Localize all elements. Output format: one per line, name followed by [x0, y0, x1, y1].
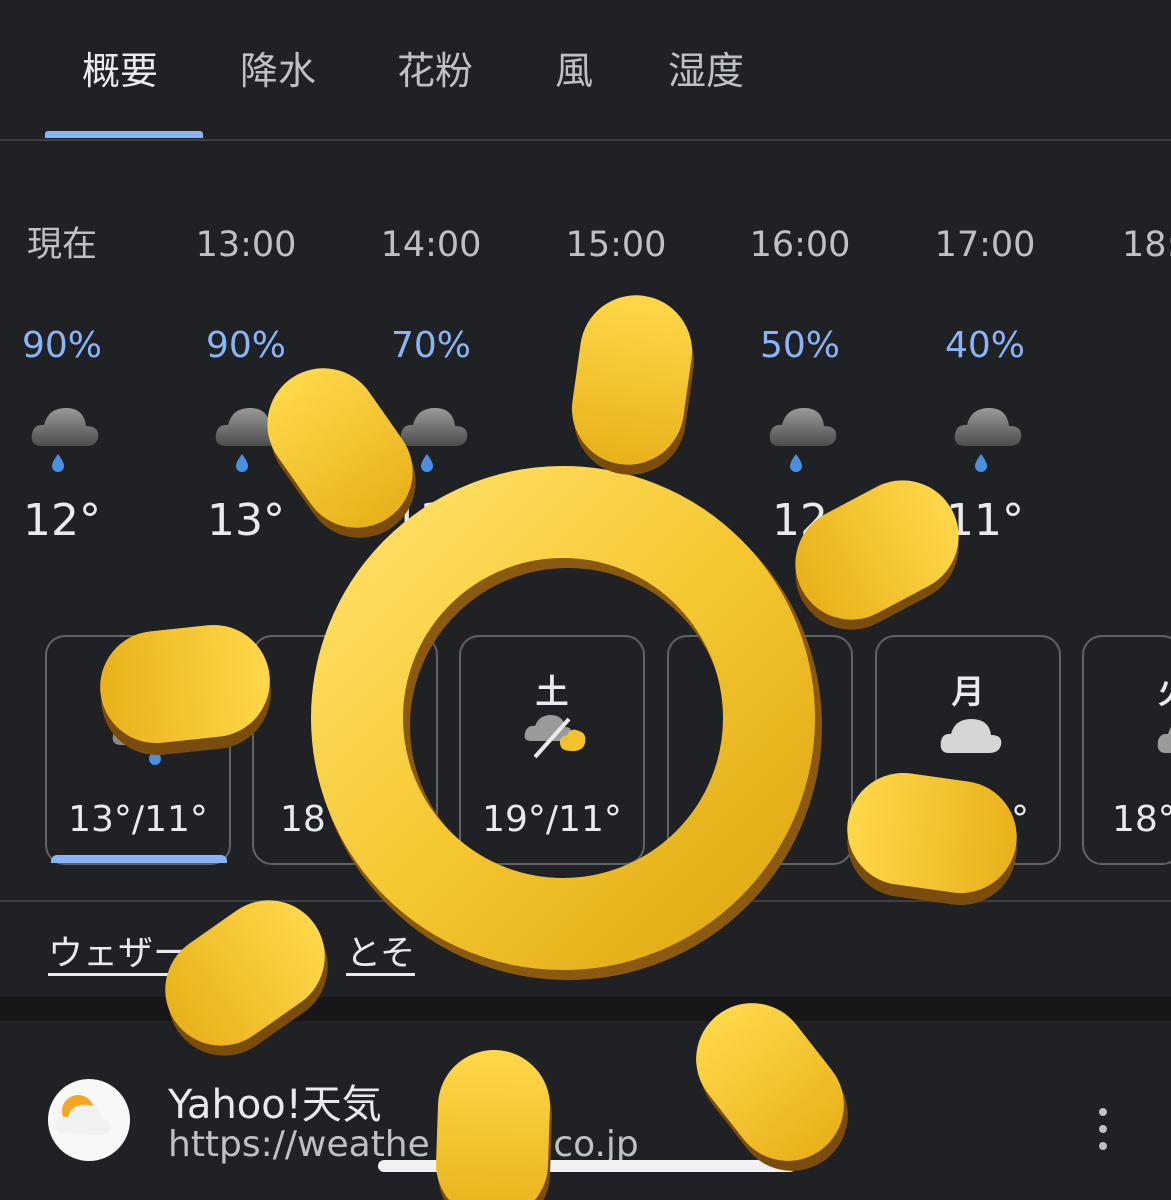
hourly-item[interactable]: 16:00 50% 12 — [720, 220, 880, 546]
tab-overview[interactable]: 概要 — [82, 40, 158, 96]
hourly-item[interactable]: 15:00 6 ° — [536, 220, 696, 546]
hour-precip: 50% — [759, 325, 840, 366]
hour-time: 現在 — [26, 225, 97, 265]
day-card[interactable]: 18 — [252, 635, 438, 865]
tab-precipitation[interactable]: 降水 — [240, 40, 316, 96]
hour-temp: ° — [605, 495, 627, 546]
sun-cloud-logo-icon — [55, 1095, 111, 1135]
rain-cloud-icon — [400, 408, 468, 472]
day-card[interactable]: 火 18°/ — [1082, 635, 1171, 865]
day-range: 18 — [280, 799, 326, 840]
rain-cloud-icon — [112, 715, 170, 765]
cloud-sun-icon — [524, 715, 586, 759]
cloud-icon — [1157, 727, 1171, 753]
hour-temp: 11° — [946, 495, 1024, 546]
tab-wind[interactable]: 風 — [555, 40, 593, 96]
more-options-button[interactable] — [1090, 1106, 1116, 1152]
secondary-link[interactable]: とそ — [346, 925, 415, 976]
hour-precip: 40% — [944, 325, 1025, 366]
hour-time: 13:00 — [195, 225, 297, 265]
rain-cloud-icon — [31, 408, 99, 472]
section-divider — [0, 900, 1171, 902]
hour-temp: 13° — [392, 495, 470, 546]
hourly-item[interactable]: 13:00 90% 13° — [166, 220, 326, 546]
day-card[interactable]: 月 ° — [875, 635, 1061, 865]
hour-precip: 90% — [205, 325, 286, 366]
cloud-icon — [940, 719, 1002, 753]
tab-bar: 概要 降水 花粉 風 湿度 — [0, 0, 1171, 141]
day-name: 火 — [1084, 665, 1171, 713]
sun-ray — [165, 900, 328, 1056]
selected-day-indicator — [51, 855, 227, 863]
day-range: 19°/11° — [482, 799, 622, 840]
day-range: 13°/11° — [68, 799, 208, 840]
day-name: 土 — [535, 672, 569, 711]
hour-temp: 13° — [207, 495, 285, 546]
rain-cloud-icon — [769, 408, 837, 472]
rain-cloud-icon — [954, 408, 1022, 472]
hour-time: 15:00 — [565, 225, 667, 265]
day-range: 18°/ — [1112, 799, 1171, 840]
section-separator — [0, 997, 1171, 1021]
hour-temp: 12° — [23, 495, 101, 546]
day-range: 2 1° — [695, 799, 771, 840]
tab-pollen[interactable]: 花粉 — [397, 40, 473, 96]
hour-precip: 6 — [604, 325, 628, 366]
site-url: https://weathe oo.co.jp — [168, 1124, 639, 1165]
day-name: 月 — [951, 672, 985, 711]
tabs-divider — [0, 139, 1171, 141]
hour-precip: 70% — [390, 325, 471, 366]
hourly-item[interactable]: 現在 90% 12° — [0, 220, 142, 546]
hour-time: 18: — [1122, 225, 1171, 265]
hour-time: 14:00 — [380, 225, 482, 265]
hourly-item[interactable]: 17:00 40% 11° — [905, 220, 1065, 546]
hourly-item[interactable]: 14:00 70% 13° — [351, 220, 511, 546]
day-card[interactable]: 13°/11° — [45, 635, 231, 865]
hour-temp: 12 — [772, 495, 828, 546]
day-card[interactable]: 2 1° — [667, 635, 853, 865]
hourly-item[interactable]: 18: 40 1 — [1090, 220, 1171, 270]
day-range: ° — [1011, 799, 1029, 840]
active-tab-indicator — [45, 131, 203, 138]
hour-time: 17:00 — [934, 225, 1036, 265]
day-card[interactable]: 土 19°/11° — [459, 635, 645, 865]
rain-cloud-icon — [585, 408, 653, 472]
sun-ray — [795, 480, 959, 630]
home-indicator[interactable] — [378, 1160, 796, 1172]
weather-link[interactable]: ウェザー — [48, 925, 188, 976]
rain-cloud-icon — [215, 408, 283, 472]
site-name[interactable]: Yahoo!天気 — [168, 1072, 382, 1130]
site-logo — [48, 1079, 130, 1161]
tab-humidity[interactable]: 湿度 — [668, 40, 744, 96]
hour-precip: 90% — [21, 325, 102, 366]
hour-time: 16:00 — [749, 225, 851, 265]
